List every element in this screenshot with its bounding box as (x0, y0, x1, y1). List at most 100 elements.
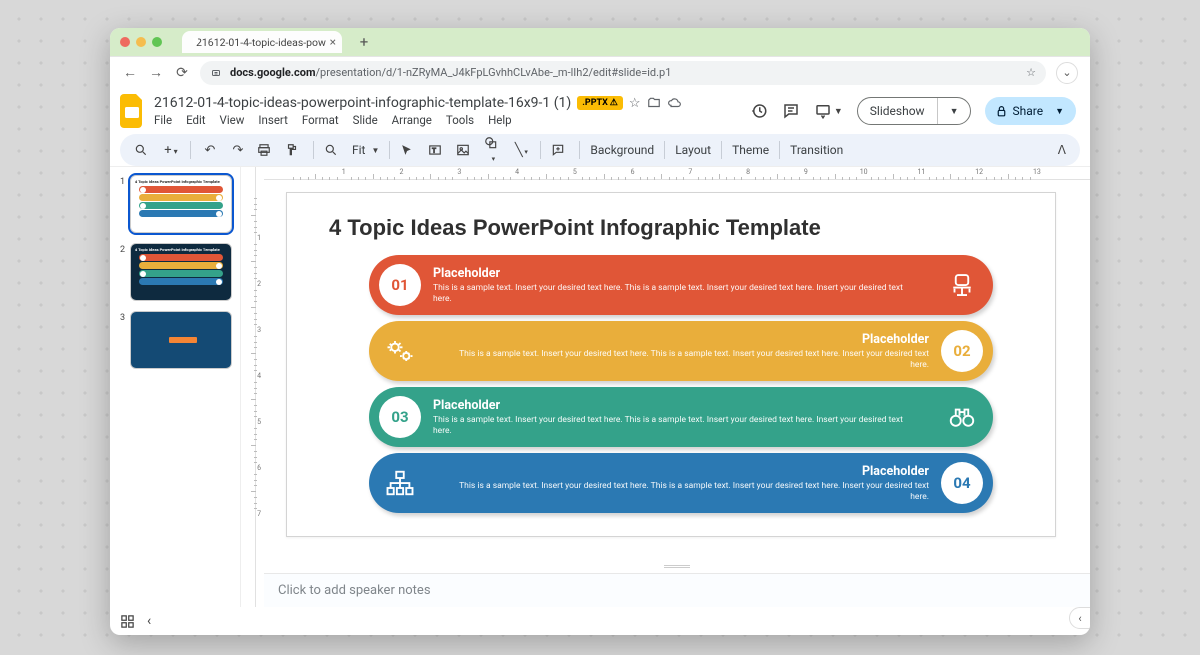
thumb-index: 2 (120, 243, 126, 301)
cloud-status-icon[interactable] (667, 96, 682, 110)
slide-title[interactable]: 4 Topic Ideas PowerPoint Infographic Tem… (329, 215, 1033, 241)
topic-title: Placeholder (443, 332, 929, 347)
ruler-tick: 2 (241, 280, 264, 288)
thumb-index: 1 (120, 175, 126, 233)
slide-thumbnail-2[interactable]: 4 Topic Ideas PowerPoint Infographic Tem… (130, 243, 232, 301)
ruler-tick: 4 (515, 168, 519, 176)
ruler-tick: 1 (342, 168, 346, 176)
menu-tools[interactable]: Tools (446, 113, 474, 127)
hierarchy-icon (385, 468, 415, 498)
ruler-tick: 4 (241, 372, 264, 380)
menu-slide[interactable]: Slide (353, 113, 378, 127)
menu-edit[interactable]: Edit (186, 113, 205, 127)
thumb-index: 3 (120, 311, 126, 369)
ruler-tick: 7 (241, 510, 264, 518)
menu-format[interactable]: Format (302, 113, 339, 127)
topic-subtitle: This is a sample text. Insert your desir… (433, 415, 919, 436)
window-close[interactable] (120, 37, 130, 47)
theme-button[interactable]: Theme (732, 143, 769, 157)
ruler-tick: 6 (631, 168, 635, 176)
textbox-icon[interactable]: T (428, 143, 446, 157)
slideshow-button[interactable]: Slideshow▼ (857, 97, 972, 125)
share-button[interactable]: Share ▼ (985, 97, 1076, 125)
collapse-filmstrip-icon[interactable]: ‹ (147, 613, 151, 629)
history-icon[interactable] (750, 102, 768, 120)
notes-resize-handle[interactable] (264, 559, 1090, 573)
close-tab-icon[interactable]: × (330, 35, 336, 49)
search-icon[interactable] (134, 143, 152, 157)
address-bar[interactable]: docs.google.com/presentation/d/1-nZRyMA_… (200, 61, 1046, 85)
nav-back-icon[interactable]: ← (122, 64, 138, 81)
topic-title: Placeholder (443, 464, 929, 479)
window-maximize[interactable] (152, 37, 162, 47)
ruler-tick: 8 (746, 168, 750, 176)
menu-arrange[interactable]: Arrange (392, 113, 432, 127)
toolbar: + ▾ ↶ ↷ Fit▼ T ▾ ╲ ▾ Background Layout T… (120, 134, 1080, 166)
docs-header: 21612-01-4-topic-ideas-powerpoint-infogr… (110, 88, 1090, 128)
ruler-tick: 11 (917, 168, 925, 176)
comments-icon[interactable] (782, 102, 800, 120)
new-tab-button[interactable]: + (354, 32, 374, 52)
side-panel-toggle[interactable]: ‹ (1069, 607, 1090, 629)
transition-button[interactable]: Transition (790, 143, 843, 157)
window-minimize[interactable] (136, 37, 146, 47)
paint-format-icon[interactable] (285, 143, 303, 157)
slide-panel: 1 4 Topic Ideas PowerPoint Infographic T… (110, 167, 240, 607)
present-dropdown-icon[interactable]: ▼ (814, 102, 843, 120)
star-doc-icon[interactable]: ☆ (629, 96, 641, 111)
ruler-tick: 12 (975, 168, 983, 176)
line-icon[interactable]: ╲ ▾ (512, 143, 530, 158)
slide-thumbnail-1[interactable]: 4 Topic Ideas PowerPoint Infographic Tem… (130, 175, 232, 233)
background-button[interactable]: Background (590, 143, 654, 157)
browser-window: 21612-01-4-topic-ideas-pow × + ← → ⟳ doc… (110, 28, 1090, 635)
zoom-selector[interactable]: Fit▼ (352, 143, 379, 157)
topic-row-4[interactable]: Placeholder This is a sample text. Inser… (369, 453, 993, 513)
print-icon[interactable] (257, 143, 275, 157)
ruler-tick: 5 (573, 168, 577, 176)
ruler-tick: 1 (241, 234, 264, 242)
ruler-vertical: 1234567 (240, 167, 264, 607)
menu-help[interactable]: Help (488, 113, 512, 127)
layout-button[interactable]: Layout (675, 143, 711, 157)
site-info-icon[interactable] (210, 67, 222, 79)
zoom-icon[interactable] (324, 143, 342, 157)
new-slide-button[interactable]: + ▾ (162, 143, 180, 158)
browser-menu-button[interactable]: ⌄ (1056, 62, 1078, 84)
ruler-tick: 5 (241, 418, 264, 426)
ruler-horizontal: 12345678910111213 (264, 167, 1090, 184)
topic-row-2[interactable]: Placeholder This is a sample text. Inser… (369, 321, 993, 381)
image-icon[interactable] (456, 143, 474, 157)
explore-icon[interactable] (120, 614, 135, 629)
bottom-bar: ‹ (110, 607, 1090, 635)
ruler-tick: 13 (1033, 168, 1041, 176)
comment-add-icon[interactable] (551, 143, 569, 157)
menu-file[interactable]: File (154, 113, 172, 127)
menu-view[interactable]: View (220, 113, 245, 127)
shape-icon[interactable]: ▾ (484, 136, 502, 165)
slide-canvas[interactable]: 4 Topic Ideas PowerPoint Infographic Tem… (264, 184, 1090, 559)
nav-forward-icon[interactable]: → (148, 64, 164, 81)
menu-bar: File Edit View Insert Format Slide Arran… (154, 111, 682, 127)
topic-row-1[interactable]: 01 Placeholder This is a sample text. In… (369, 255, 993, 315)
undo-icon[interactable]: ↶ (201, 143, 219, 158)
document-title[interactable]: 21612-01-4-topic-ideas-powerpoint-infogr… (154, 95, 571, 111)
nav-reload-icon[interactable]: ⟳ (174, 65, 190, 81)
slides-app-icon[interactable] (120, 94, 146, 128)
topic-subtitle: This is a sample text. Insert your desir… (443, 481, 929, 502)
slide-thumbnail-3[interactable] (130, 311, 232, 369)
browser-tab[interactable]: 21612-01-4-topic-ideas-pow × (182, 31, 342, 53)
workspace: 1 4 Topic Ideas PowerPoint Infographic T… (110, 166, 1090, 607)
ruler-tick: 7 (688, 168, 692, 176)
bookmark-star-icon[interactable]: ☆ (1026, 66, 1036, 79)
tab-title: 21612-01-4-topic-ideas-pow (196, 36, 326, 49)
menu-insert[interactable]: Insert (258, 113, 287, 127)
collapse-toolbar-icon[interactable]: ᐱ (1058, 143, 1066, 157)
redo-icon[interactable]: ↷ (229, 143, 247, 158)
move-doc-icon[interactable] (647, 96, 661, 110)
topic-number: 03 (379, 396, 421, 438)
select-tool-icon[interactable] (400, 144, 418, 157)
speaker-notes[interactable]: Click to add speaker notes (264, 573, 1090, 607)
topic-title: Placeholder (433, 266, 919, 281)
topic-row-3[interactable]: 03 Placeholder This is a sample text. In… (369, 387, 993, 447)
chair-icon (947, 270, 977, 300)
